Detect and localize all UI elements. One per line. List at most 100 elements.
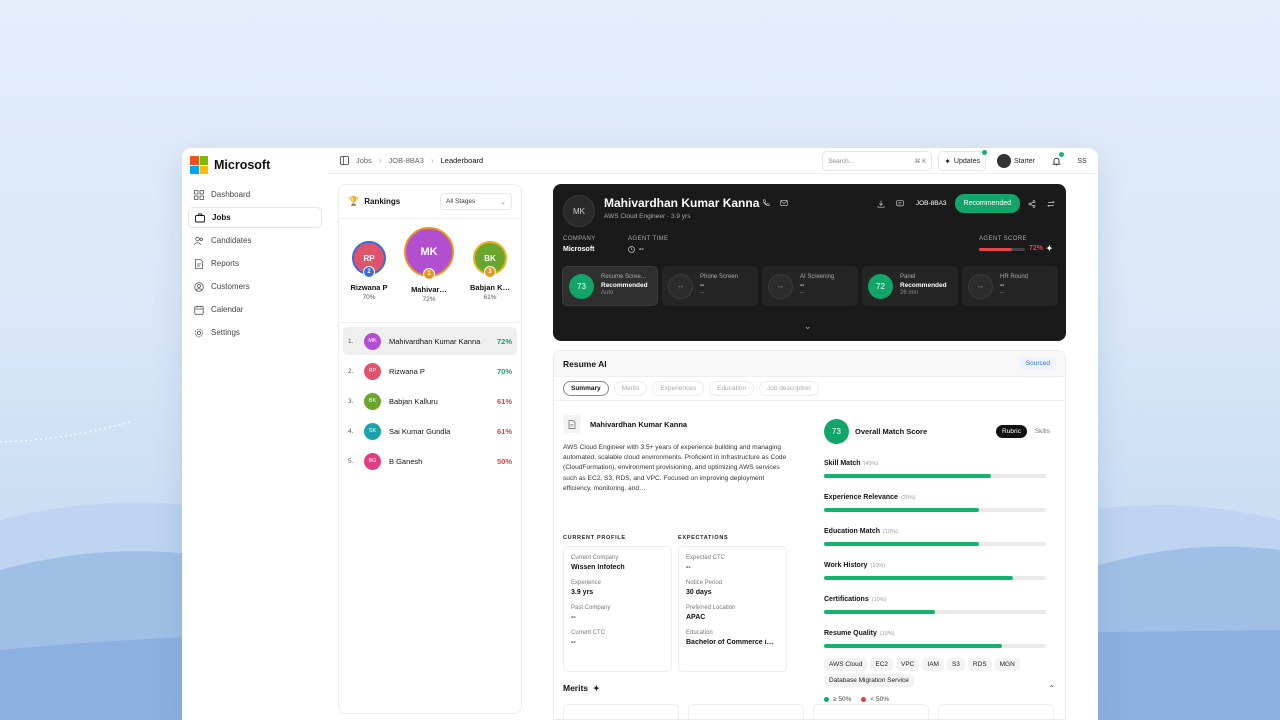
interview-stages: 73 Resume Scree… Recommended Auto -- Phone… xyxy=(562,266,1058,306)
brand[interactable]: Microsoft xyxy=(190,156,270,174)
field-value: APAC xyxy=(686,614,706,621)
expand-chevron-icon[interactable]: ⌄ xyxy=(804,321,812,332)
notes-button[interactable] xyxy=(893,196,908,211)
stage-phone-screen[interactable]: -- Phone Screen -- -- xyxy=(662,266,758,306)
podium-third[interactable]: BK 3 Babjan K… 61% xyxy=(467,241,513,301)
podium-second[interactable]: RP 2 Rizwana P 70% xyxy=(347,241,391,301)
stage-resume-screen[interactable]: 73 Resume Scree… Recommended Auto xyxy=(562,266,658,306)
share-button[interactable] xyxy=(1024,196,1039,211)
field-value: -- xyxy=(571,639,576,646)
sidebar-item-settings[interactable]: Settings xyxy=(188,322,322,343)
stage-filter-select[interactable]: All Stages ⌄ xyxy=(440,193,512,210)
rank-number: 3. xyxy=(348,397,354,405)
stage-score: 73 xyxy=(569,273,594,299)
app-window: Microsoft Dashboard Jobs Candidates Repo… xyxy=(182,148,1098,720)
merits-section-header[interactable]: Merits ✦ xyxy=(563,683,600,693)
tab-summary[interactable]: Summary xyxy=(563,381,609,396)
rubric-skills-toggle: Rubric Skills xyxy=(996,425,1056,438)
sparkle-icon: ✦ xyxy=(593,683,600,693)
field-value: Wissen Infotech xyxy=(571,564,625,571)
metric-label: Certifications xyxy=(824,596,869,603)
phone-button[interactable] xyxy=(758,195,773,210)
tab-job-description[interactable]: Job description xyxy=(759,381,819,396)
rank-number: 2. xyxy=(348,367,354,375)
breadcrumb-leaderboard: Leaderboard xyxy=(440,156,484,165)
sidebar-toggle-icon[interactable] xyxy=(340,156,349,165)
microsoft-logo-icon xyxy=(190,156,208,174)
metric-bar-fill xyxy=(824,508,980,512)
stage-ai-screening[interactable]: -- AI Screening -- -- xyxy=(762,266,858,306)
metric-bar-fill xyxy=(824,610,935,614)
rank-badge: 1 xyxy=(423,268,435,280)
skill-tag: AWS Cloud xyxy=(824,658,868,671)
sidebar-item-jobs[interactable]: Jobs xyxy=(188,207,322,228)
toggle-rubric[interactable]: Rubric xyxy=(996,425,1027,438)
stage-score: -- xyxy=(668,273,693,299)
plan-button[interactable]: Starter xyxy=(992,151,1040,171)
email-button[interactable] xyxy=(776,195,791,210)
chevron-up-icon[interactable]: ⌃ xyxy=(1048,684,1055,693)
phone-icon xyxy=(762,198,770,206)
download-button[interactable] xyxy=(874,196,889,211)
notification-dot xyxy=(1059,152,1064,157)
metric-bar-fill xyxy=(824,576,1013,580)
stage-hr-round[interactable]: -- HR Round -- -- xyxy=(962,266,1058,306)
sidebar-item-dashboard[interactable]: Dashboard xyxy=(188,184,322,205)
list-item[interactable]: 4. SK Sai Kumar Gundla 61% xyxy=(343,417,517,445)
podium-first[interactable]: MK 1 Mahivar… 72% xyxy=(403,227,455,303)
list-item[interactable]: 2. RP Rizwana P 70% xyxy=(343,357,517,385)
tab-experiences[interactable]: Experiences xyxy=(652,381,705,396)
list-item[interactable]: 1. MK Mahivardhan Kumar Kanna 72% xyxy=(343,327,517,355)
sidebar-item-reports[interactable]: Reports xyxy=(188,253,322,274)
updates-button[interactable]: ✦ Updates xyxy=(938,150,987,171)
stage-status: -- xyxy=(1000,281,1005,289)
sidebar-item-customers[interactable]: Customers xyxy=(188,276,322,297)
resume-ai-header: Resume AI Sourced xyxy=(554,351,1065,377)
skill-tag: EC2 xyxy=(870,658,894,671)
candidate-name: Sai Kumar Gundla xyxy=(389,426,451,436)
metric-bar xyxy=(824,644,1046,648)
user-menu-button[interactable]: SS xyxy=(1072,151,1092,171)
metric-bar xyxy=(824,610,1046,614)
recommended-status-button[interactable]: Recommended xyxy=(954,194,1020,213)
agent-score-label: AGENT SCORE xyxy=(979,236,1027,242)
candidate-score: 50% xyxy=(496,456,512,466)
stage-title: HR Round xyxy=(1000,274,1029,281)
tab-education[interactable]: Education xyxy=(709,381,755,396)
updates-label: Updates xyxy=(953,157,980,165)
compare-button[interactable] xyxy=(1043,196,1058,211)
sidebar-item-label: Jobs xyxy=(212,213,231,222)
stage-title: AI Screening xyxy=(800,274,835,281)
tab-merits[interactable]: Merits xyxy=(613,381,648,396)
search-input[interactable]: Search... ⌘ K xyxy=(822,151,933,171)
podium: RP 2 Rizwana P 70% MK 1 Mahivar… 72% BK … xyxy=(339,219,521,323)
stage-panel[interactable]: 72 Panel Recommended 26 min xyxy=(862,266,958,306)
notifications-button[interactable] xyxy=(1046,151,1066,171)
sourced-badge: Sourced xyxy=(1019,357,1056,370)
sidebar-item-candidates[interactable]: Candidates xyxy=(188,230,322,251)
list-item[interactable]: 5. BG B Ganesh 50% xyxy=(343,447,517,475)
avatar: MK xyxy=(563,195,595,227)
sidebar-item-calendar[interactable]: Calendar xyxy=(188,299,322,320)
breadcrumb-job-id[interactable]: JOB-8BA3 xyxy=(389,156,424,165)
rank-list: 1. MK Mahivardhan Kumar Kanna 72% 2. RP … xyxy=(339,323,521,475)
list-item[interactable]: 3. BK Babjan Kalluru 61% xyxy=(343,387,517,415)
skill-tag: MGN xyxy=(994,658,1020,671)
avatar-initials: BK xyxy=(484,253,496,263)
legend-item-low: < 50% xyxy=(861,696,889,703)
candidate-score: 72% xyxy=(496,336,512,346)
avatar-initials: RP xyxy=(363,253,375,263)
candidate-score: 61% xyxy=(496,426,512,436)
field-label: Education xyxy=(686,630,713,636)
merit-cards xyxy=(563,704,1054,720)
metric-weight: (10%) xyxy=(879,631,895,637)
rankings-header: 🏆 Rankings All Stages ⌄ xyxy=(339,185,521,219)
toggle-skills[interactable]: Skills xyxy=(1029,425,1056,438)
sidebar-item-label: Reports xyxy=(211,259,240,268)
topbar: Jobs › JOB-8BA3 › Leaderboard Search... … xyxy=(328,148,1098,174)
chevron-down-icon: ⌄ xyxy=(500,198,506,206)
metric-bar xyxy=(824,542,1046,546)
podium-pct: 72% xyxy=(422,296,436,303)
metric-bar-fill xyxy=(824,542,980,546)
breadcrumb-jobs[interactable]: Jobs xyxy=(356,156,372,165)
